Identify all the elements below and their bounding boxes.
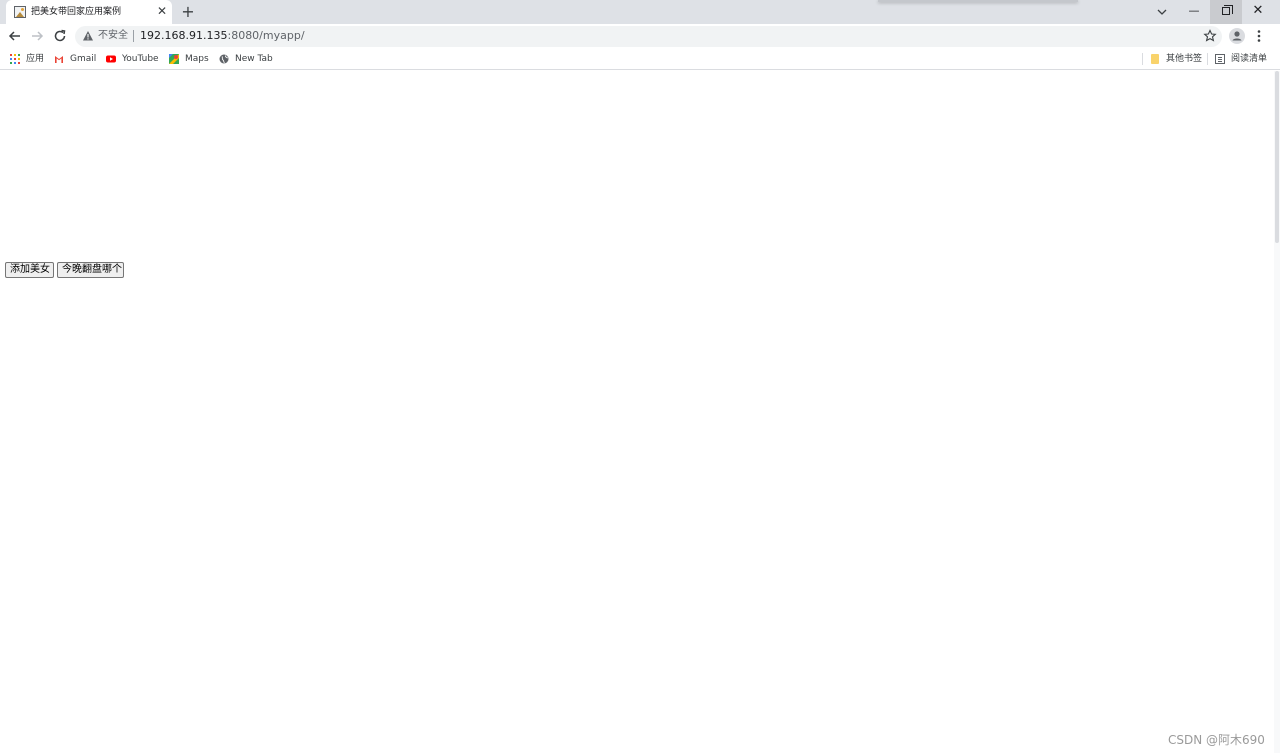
window-restore-button[interactable] — [1210, 0, 1242, 24]
apps-grid-icon — [10, 54, 20, 64]
profile-avatar-icon[interactable] — [1228, 27, 1246, 45]
more-menu-icon[interactable] — [1252, 27, 1266, 45]
url-text[interactable]: 192.168.91.135:8080/myapp/ — [140, 29, 305, 43]
pick-tonight-button[interactable]: 今晚翻盘哪个 — [57, 262, 124, 278]
globe-icon — [219, 54, 229, 64]
bookmarks-bar: 应用 Gmail YouTube Maps New Tab 其他书签 阅读清单 — [0, 48, 1280, 70]
bookmark-label: 应用 — [26, 54, 45, 64]
url-host: 192.168.91.135 — [140, 29, 228, 42]
browser-toolbar: 不安全 192.168.91.135:8080/myapp/ — [0, 24, 1280, 48]
bookmark-new-tab[interactable]: New Tab — [219, 51, 275, 67]
bookmarks-divider — [1142, 53, 1143, 65]
bookmark-maps[interactable]: Maps — [169, 51, 213, 67]
bookmark-apps[interactable]: 应用 — [10, 51, 50, 67]
restore-icon — [1222, 5, 1233, 15]
bookmark-other-folder[interactable]: 其他书签 — [1150, 51, 1206, 67]
popup-shadow-edge — [878, 0, 1078, 2]
bookmark-label: YouTube — [122, 54, 159, 64]
address-divider — [133, 30, 134, 42]
bookmark-star-icon[interactable] — [1203, 29, 1217, 43]
bookmarks-divider — [1207, 53, 1208, 65]
tab-search-chevron-icon[interactable] — [1153, 3, 1171, 21]
add-beauty-button[interactable]: 添加美女 — [5, 262, 54, 278]
forward-arrow-icon[interactable] — [28, 27, 46, 45]
tab-title: 把美女带回家应用案例 — [31, 7, 122, 17]
bookmark-label: 阅读清单 — [1231, 54, 1268, 64]
tab-favicon-icon — [14, 6, 26, 18]
bookmark-label: Gmail — [70, 54, 97, 64]
youtube-icon — [106, 55, 116, 63]
bookmark-label: 其他书签 — [1166, 54, 1203, 64]
address-bar[interactable]: 不安全 192.168.91.135:8080/myapp/ — [75, 26, 1222, 47]
gmail-icon — [55, 56, 63, 63]
csdn-watermark: CSDN @阿木690 — [1168, 733, 1265, 747]
bookmark-label: Maps — [185, 54, 209, 64]
reading-list-icon — [1215, 54, 1225, 64]
page-scrollbar-thumb[interactable] — [1275, 71, 1279, 243]
window-close-button[interactable]: ✕ — [1242, 0, 1274, 24]
maps-icon — [169, 54, 179, 64]
bookmark-label: New Tab — [235, 54, 273, 64]
tab-close-icon[interactable]: ✕ — [155, 4, 169, 18]
back-arrow-icon[interactable] — [6, 27, 24, 45]
bookmark-gmail[interactable]: Gmail — [54, 51, 102, 67]
browser-tab-active[interactable]: 把美女带回家应用案例 ✕ — [6, 0, 172, 24]
url-path: :8080/myapp/ — [227, 29, 305, 42]
warning-icon[interactable] — [82, 30, 94, 42]
folder-icon — [1151, 54, 1159, 64]
reload-icon[interactable] — [51, 27, 69, 45]
new-tab-button[interactable]: + — [179, 3, 197, 21]
page-viewport — [0, 71, 1274, 753]
window-minimize-button[interactable]: — — [1178, 0, 1210, 24]
not-secure-label[interactable]: 不安全 — [98, 29, 128, 43]
bookmark-youtube[interactable]: YouTube — [106, 51, 162, 67]
bookmark-reading-list[interactable]: 阅读清单 — [1215, 51, 1271, 67]
tab-strip: 把美女带回家应用案例 ✕ + — ✕ — [0, 0, 1280, 24]
